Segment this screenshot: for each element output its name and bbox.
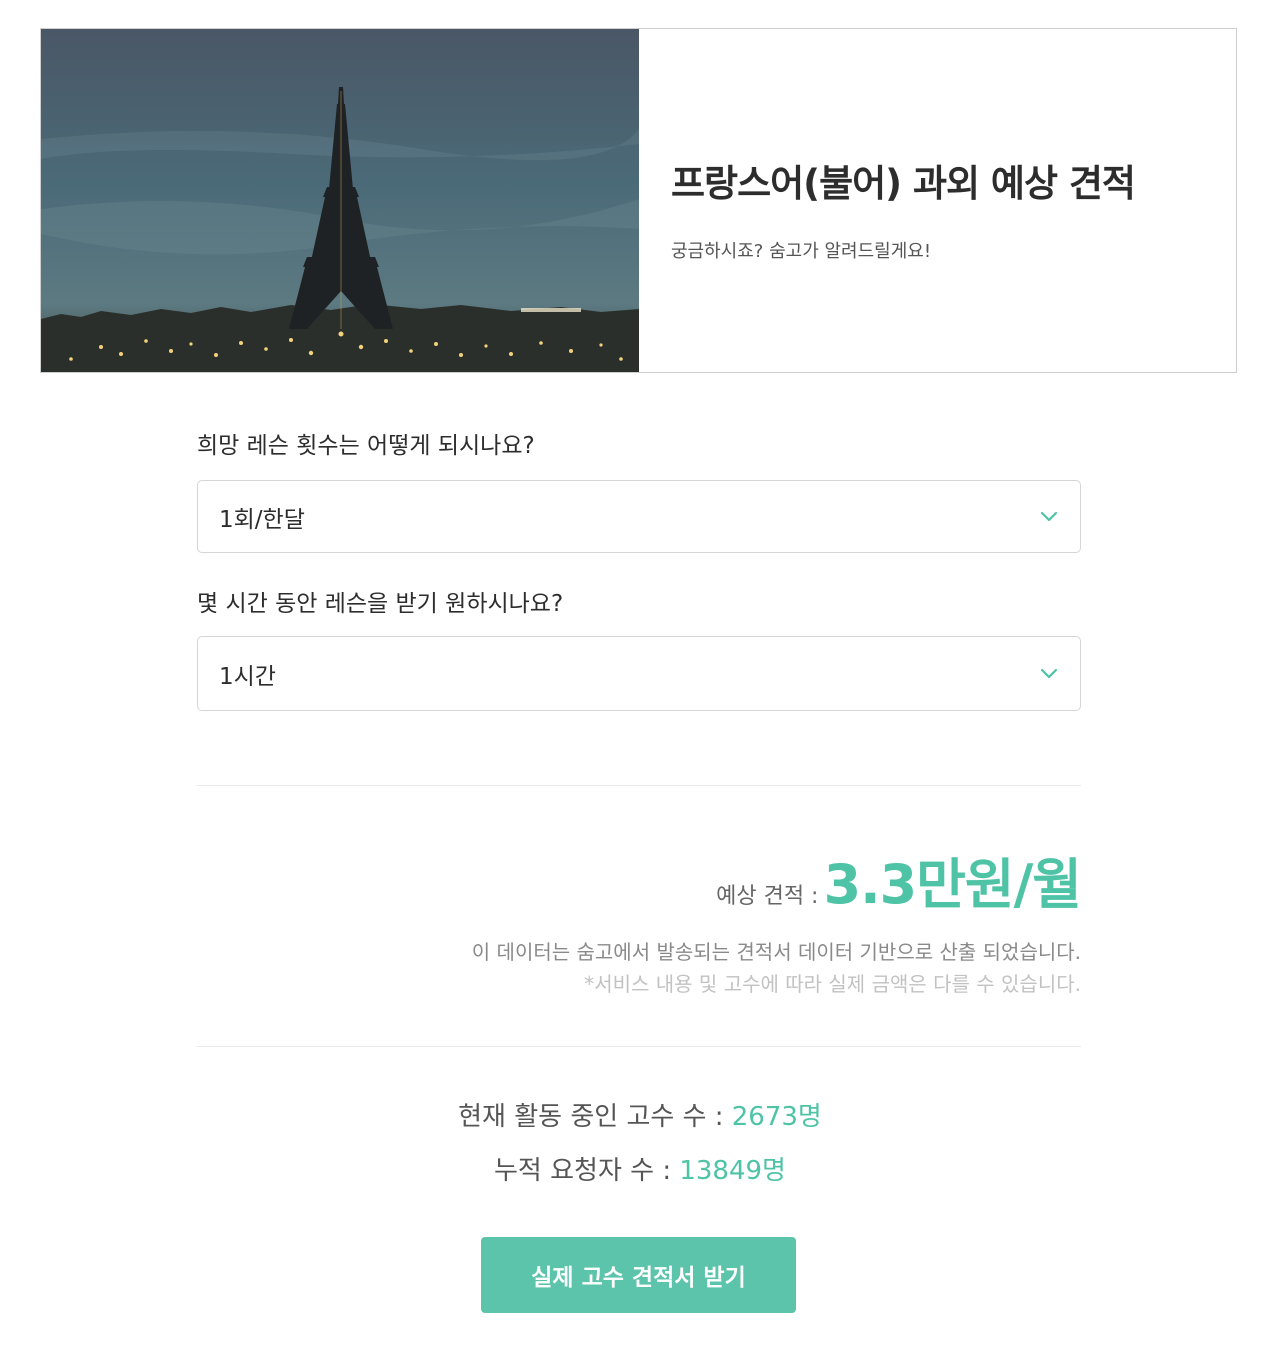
page-title: 프랑스어(불어) 과외 예상 견적 <box>671 162 1136 205</box>
estimate-value: 3.3만원/월 <box>823 853 1082 916</box>
estimate-note: 이 데이터는 숨고에서 발송되는 견적서 데이터 기반으로 산출 되었습니다. <box>471 940 1081 964</box>
chevron-down-icon <box>1040 511 1058 521</box>
hero-text: 프랑스어(불어) 과외 예상 견적 궁금하시죠? 숨고가 알려드릴게요! <box>639 29 1236 372</box>
divider <box>197 1046 1081 1047</box>
lesson-duration-value: 1시간 <box>219 663 276 690</box>
requesters-stat: 누적 요청자 수 : 13849명 <box>0 1150 1280 1187</box>
estimate-label: 예상 견적 : <box>716 884 819 909</box>
hero-image <box>41 29 639 372</box>
lesson-frequency-select[interactable]: 1회/한달 <box>197 480 1081 553</box>
active-pros-stat: 현재 활동 중인 고수 수 : 2673명 <box>0 1096 1280 1133</box>
estimate-disclaimer: *서비스 내용 및 고수에 따라 실제 금액은 다를 수 있습니다. <box>584 972 1081 996</box>
divider <box>197 785 1081 786</box>
requesters-label: 누적 요청자 수 : <box>494 1156 672 1186</box>
lesson-duration-label: 몇 시간 동안 레슨을 받기 원하시나요? <box>197 591 564 617</box>
lesson-duration-select[interactable]: 1시간 <box>197 636 1081 711</box>
hero-banner: 프랑스어(불어) 과외 예상 견적 궁금하시죠? 숨고가 알려드릴게요! <box>40 28 1237 373</box>
get-quotes-button[interactable]: 실제 고수 견적서 받기 <box>481 1237 796 1313</box>
lesson-frequency-value: 1회/한달 <box>219 506 305 533</box>
chevron-down-icon <box>1040 668 1058 678</box>
lesson-frequency-label: 희망 레슨 횟수는 어떻게 되시나요? <box>197 433 535 459</box>
active-pros-label: 현재 활동 중인 고수 수 : <box>458 1102 724 1132</box>
requesters-value: 13849명 <box>679 1156 786 1186</box>
page-subtitle: 궁금하시죠? 숨고가 알려드릴게요! <box>671 241 932 262</box>
active-pros-value: 2673명 <box>731 1102 822 1132</box>
estimate-row: 예상 견적 : 3.3만원/월 <box>197 840 1082 919</box>
